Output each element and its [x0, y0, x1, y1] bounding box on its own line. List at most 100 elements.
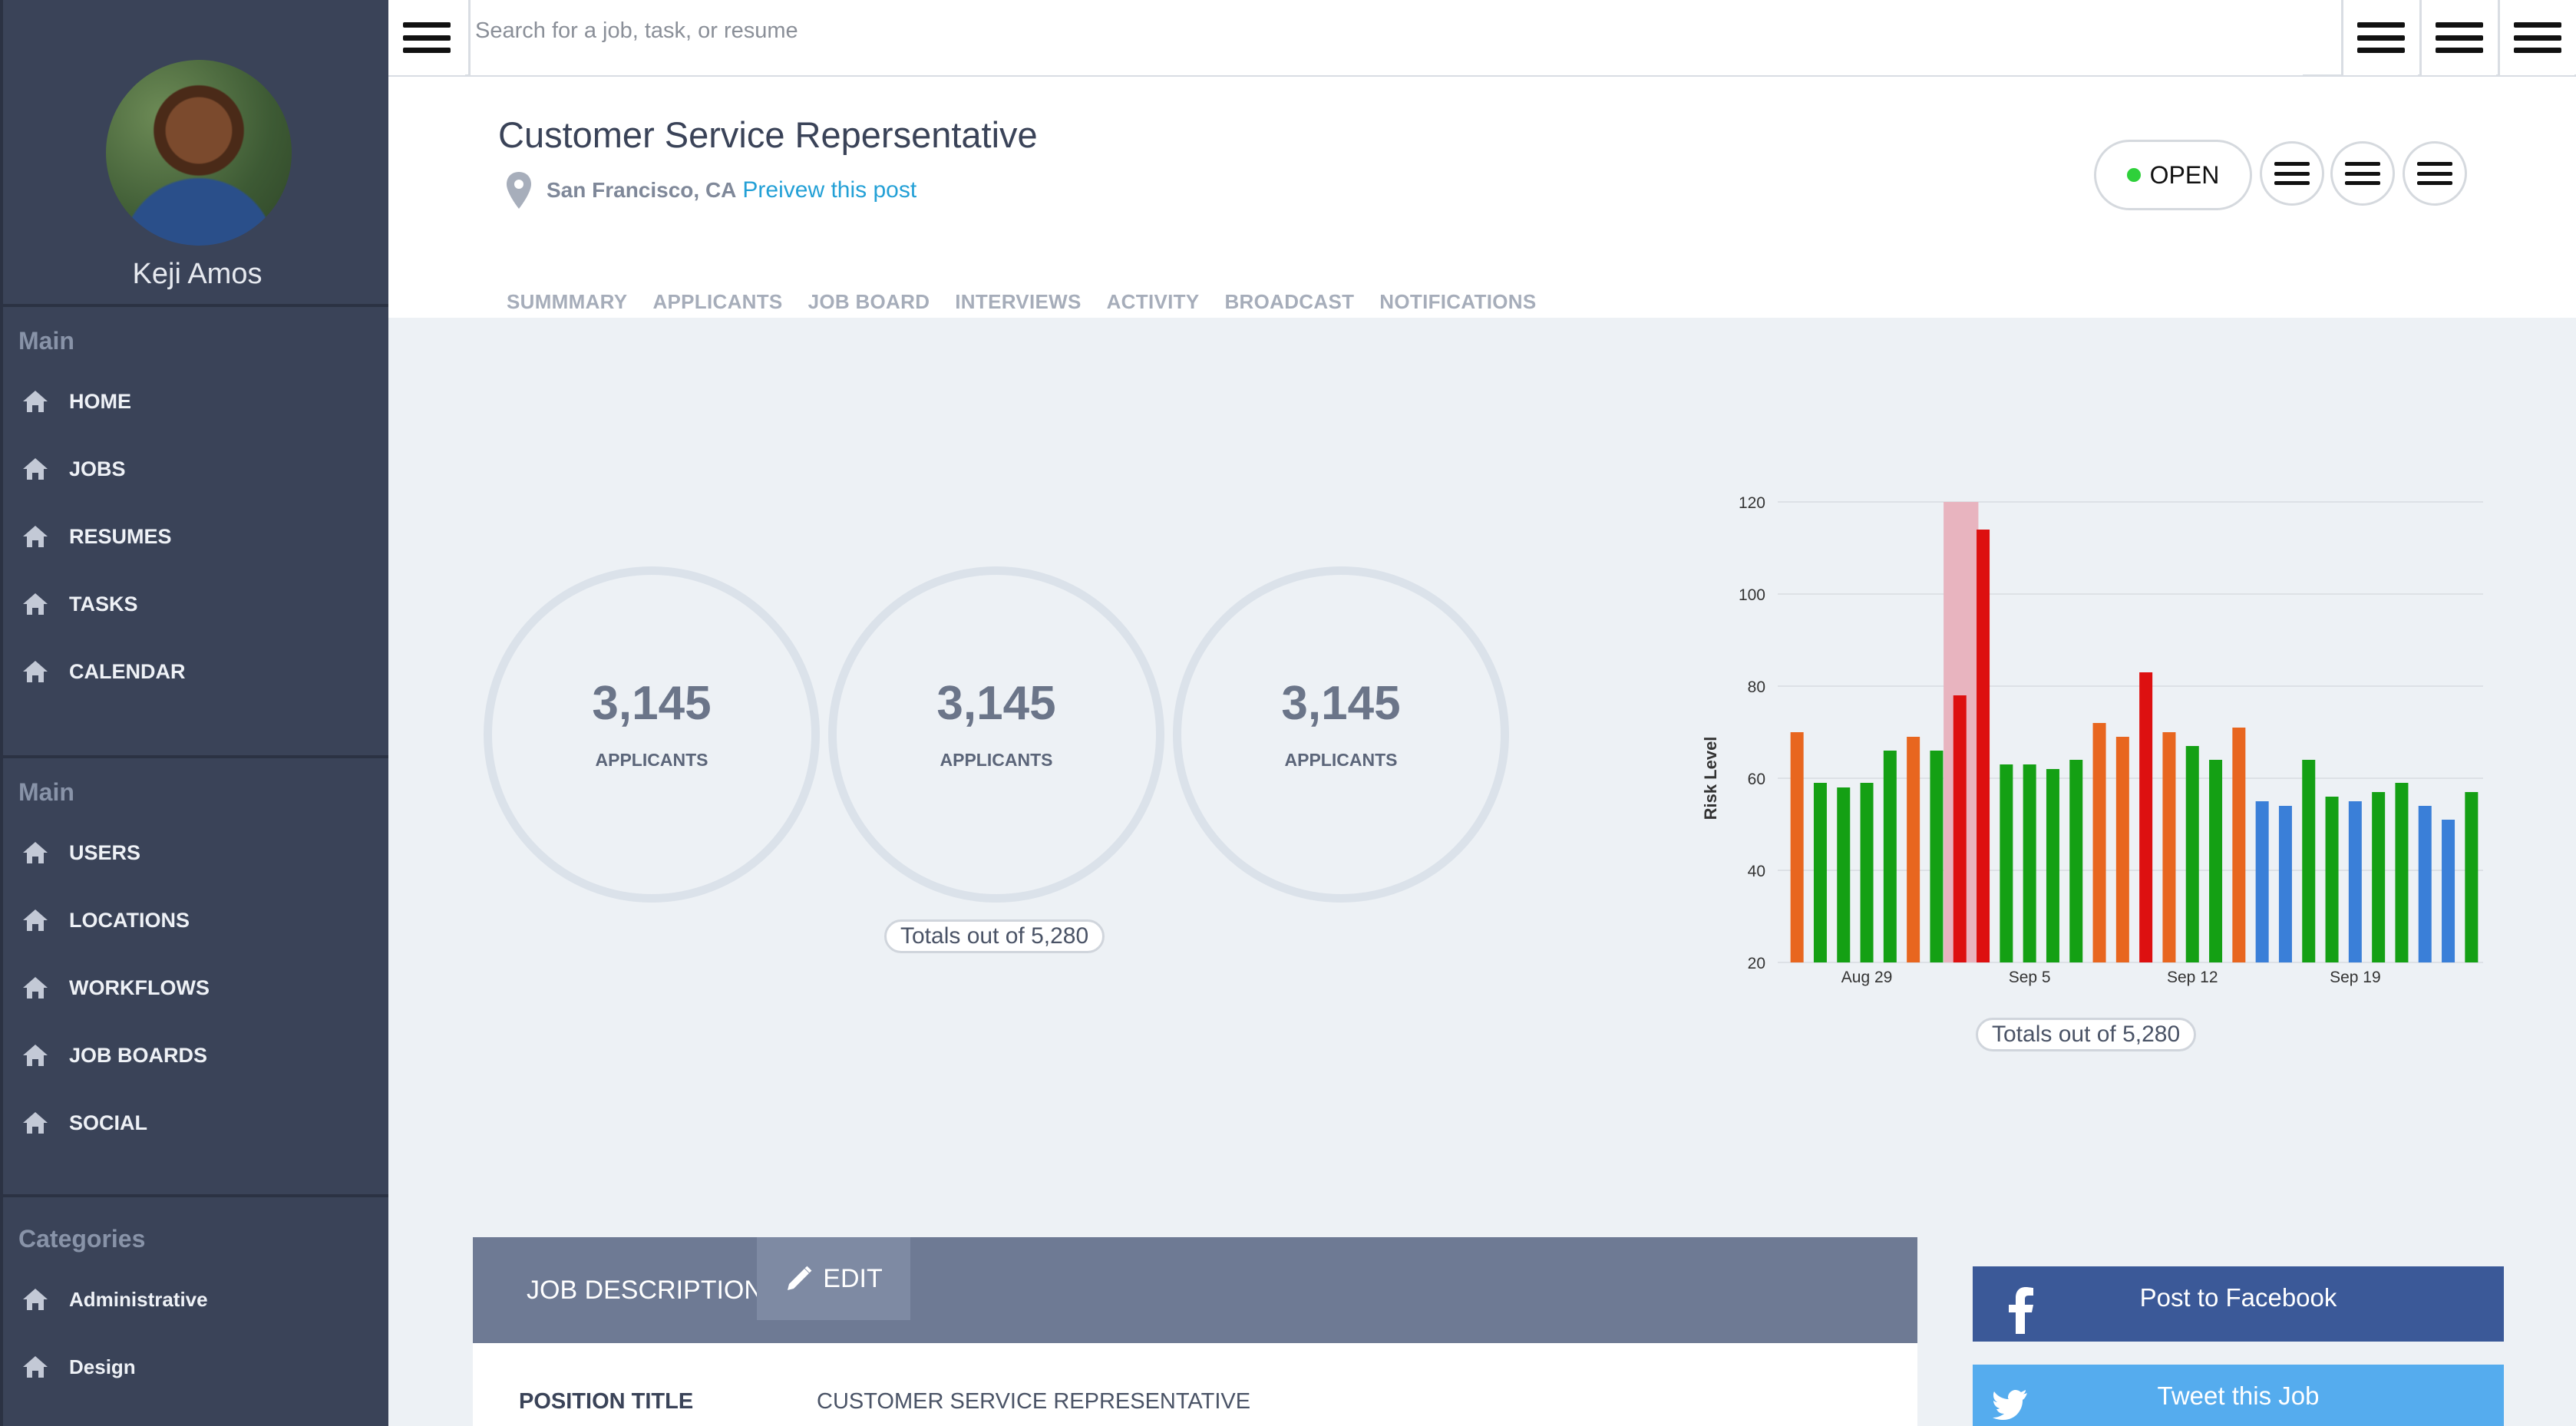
job-tabs: SUMMMARY APPLICANTS JOB BOARD INTERVIEWS…	[507, 290, 1561, 314]
sidebar-item-tasks[interactable]: TASKS	[3, 570, 388, 638]
chart-bar	[2395, 783, 2409, 962]
pencil-icon	[788, 1266, 812, 1290]
chart-bar	[1813, 783, 1827, 962]
sidebar-item-administrative[interactable]: Administrative	[3, 1266, 388, 1333]
sidebar-item-label: SOCIAL	[69, 1111, 148, 1134]
home-icon	[23, 977, 48, 999]
sidebar-item-workflows[interactable]: WORKFLOWS	[3, 954, 388, 1022]
home-icon	[23, 526, 48, 547]
menu-button-1[interactable]	[2341, 0, 2418, 75]
stat-label: APPLICANTS	[940, 750, 1053, 770]
y-axis-label: Risk Level	[1701, 737, 1720, 820]
nav-section-main: Main HOME JOBS RESUMES TASKS CALENDAR	[3, 307, 388, 758]
home-icon	[23, 1045, 48, 1066]
sidebar-item-label: RESUMES	[69, 524, 172, 548]
home-icon	[23, 661, 48, 682]
sidebar-item-resumes[interactable]: RESUMES	[3, 503, 388, 570]
nav-heading: Categories	[18, 1225, 146, 1253]
job-description-body: POSITION TITLE CUSTOMER SERVICE REPRESEN…	[473, 1343, 1917, 1426]
sidebar-item-label: Administrative	[69, 1287, 208, 1311]
stat-circle: 3,145 APPLICANTS	[484, 566, 820, 903]
hamburger-icon	[2356, 22, 2405, 53]
home-icon	[23, 1112, 48, 1134]
job-status-button[interactable]: OPEN	[2094, 140, 2252, 210]
tab-broadcast[interactable]: BROADCAST	[1224, 290, 1354, 314]
tab-job-board[interactable]: JOB BOARD	[808, 290, 930, 314]
chart-bar	[2139, 672, 2153, 962]
chart-bar	[1953, 695, 1967, 962]
y-tick-label: 40	[1748, 863, 1765, 880]
sidebar-item-users[interactable]: USERS	[3, 819, 388, 886]
chart-bar	[2465, 792, 2479, 962]
sidebar-item-label: Design	[69, 1355, 136, 1378]
twitter-label: Tweet this Job	[2157, 1381, 2320, 1410]
header-menu-button-2[interactable]	[2330, 141, 2395, 206]
y-tick-label: 20	[1748, 955, 1765, 972]
y-tick-label: 100	[1739, 586, 1765, 604]
chart-bar	[2185, 746, 2199, 962]
menu-button-3[interactable]	[2498, 0, 2574, 75]
sidebar-item-label: CALENDAR	[69, 659, 186, 683]
sidebar-item-label: WORKFLOWS	[69, 975, 210, 999]
chart-bar	[2000, 764, 2013, 962]
position-title-label: POSITION TITLE	[519, 1389, 694, 1414]
tab-summary[interactable]: SUMMMARY	[507, 290, 627, 314]
sidebar-item-calendar[interactable]: CALENDAR	[3, 638, 388, 705]
chart-totals-badge: Totals out of 5,280	[1976, 1018, 2197, 1051]
chart-bar	[2232, 728, 2246, 962]
sidebar-item-home[interactable]: HOME	[3, 368, 388, 435]
chart-bar	[2069, 760, 2083, 962]
tweet-job-button[interactable]: Tweet this Job	[1973, 1365, 2504, 1426]
chart-bar	[2209, 760, 2223, 962]
sidebar-item-job-boards[interactable]: JOB BOARDS	[3, 1022, 388, 1089]
post-to-facebook-button[interactable]: Post to Facebook	[1973, 1266, 2504, 1342]
menu-button-2[interactable]	[2419, 0, 2496, 75]
x-tick-label: Sep 12	[2167, 969, 2218, 986]
avatar[interactable]	[106, 60, 292, 246]
tab-interviews[interactable]: INTERVIEWS	[955, 290, 1081, 314]
header-menu-button-3[interactable]	[2403, 141, 2467, 206]
status-label: OPEN	[2149, 160, 2220, 189]
sidebar-item-design[interactable]: Design	[3, 1333, 388, 1401]
header-menu-button-1[interactable]	[2260, 141, 2324, 206]
sidebar-item-label: HOME	[69, 389, 131, 413]
preview-post-link[interactable]: Preivew this post	[742, 177, 916, 203]
home-icon	[23, 593, 48, 615]
sidebar-item-social[interactable]: SOCIAL	[3, 1089, 388, 1157]
chart-bar	[1930, 751, 1944, 962]
job-location: San Francisco, CA	[547, 178, 737, 202]
edit-button[interactable]: EDIT	[757, 1237, 910, 1320]
hamburger-icon	[2345, 162, 2380, 185]
top-bar	[388, 0, 2576, 77]
sidebar: Keji Amos Main HOME JOBS RESUMES TASKS C…	[0, 0, 388, 1426]
home-icon	[23, 1356, 48, 1378]
chart-bar	[1883, 751, 1897, 962]
sidebar-item-label: JOB BOARDS	[69, 1043, 208, 1067]
home-icon	[23, 458, 48, 480]
chart-bar	[2278, 806, 2292, 962]
stat-label: APPLICANTS	[1284, 750, 1398, 770]
hamburger-icon	[2513, 22, 2561, 53]
chart-bar	[1907, 737, 1920, 962]
sidebar-item-label: USERS	[69, 840, 141, 864]
chart-bar	[2162, 732, 2176, 962]
chart-bar	[1860, 783, 1874, 962]
tab-activity[interactable]: ACTIVITY	[1107, 290, 1200, 314]
sidebar-item-label: JOBS	[69, 457, 126, 480]
chart-bar	[2348, 801, 2362, 962]
sidebar-item-jobs[interactable]: JOBS	[3, 435, 388, 503]
tab-notifications[interactable]: NOTIFICATIONS	[1379, 290, 1536, 314]
home-icon	[23, 842, 48, 863]
y-tick-label: 60	[1748, 771, 1765, 788]
sidebar-item-locations[interactable]: LOCATIONS	[3, 886, 388, 954]
edit-label: EDIT	[823, 1263, 883, 1293]
nav-section-categories: Categories Administrative Design	[3, 1197, 388, 1401]
tab-applicants[interactable]: APPLICANTS	[652, 290, 782, 314]
search-input[interactable]	[468, 0, 2303, 75]
risk-level-chart: 20 40 60 80 100 120 Aug 29 Sep 5 Sep 12 Sep 19 Ris…	[1689, 484, 2502, 1005]
chart-bar	[2115, 737, 2129, 962]
chart-bar	[2442, 820, 2455, 962]
sidebar-toggle-button[interactable]	[388, 0, 465, 75]
stat-value: 3,145	[936, 677, 1056, 730]
location-pin-icon	[507, 172, 531, 209]
